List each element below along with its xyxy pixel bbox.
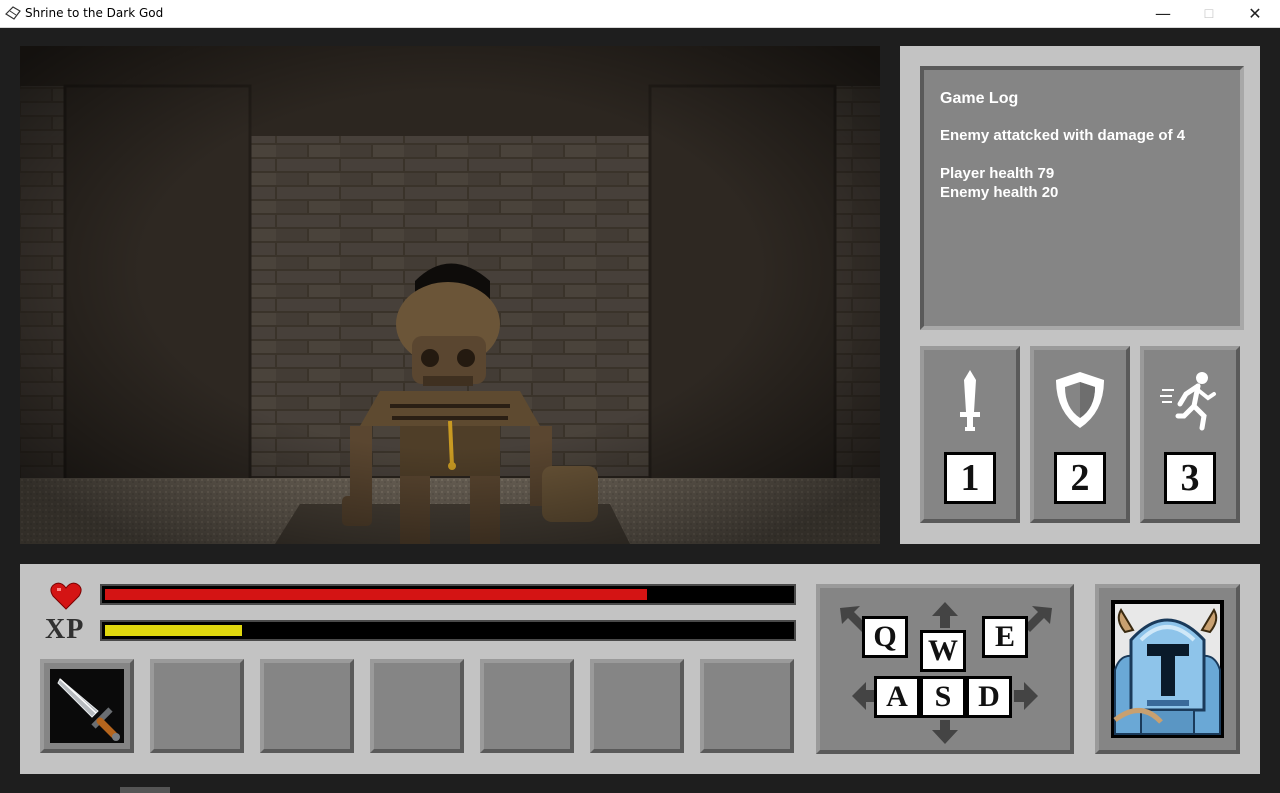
flee-button[interactable]: 3 [1140,346,1240,523]
key-e[interactable]: E [982,616,1028,658]
attack-button[interactable]: 1 [920,346,1020,523]
minimize-button[interactable]: — [1140,0,1186,27]
app-icon [5,6,21,20]
xp-label: XP [45,614,85,645]
movement-controls: Q W E A S D [816,584,1074,754]
xp-bar-fill [105,625,242,636]
inventory-slot-5[interactable] [480,659,574,753]
sword-icon [960,370,980,431]
health-bar [100,584,796,605]
player-portrait [1095,584,1240,754]
inventory-slot-2[interactable] [150,659,244,753]
inventory-item [50,669,124,743]
log-line: Enemy health 20 [940,184,1059,201]
close-button[interactable]: ✕ [1232,0,1278,27]
inventory-slot-6[interactable] [590,659,684,753]
shield-icon [1056,372,1104,428]
key-d[interactable]: D [966,676,1012,718]
action-key-2: 2 [1054,452,1106,504]
sword-item-icon [57,678,120,741]
log-line: Enemy attatcked with damage of 4 [940,127,1186,144]
inventory-slot-3[interactable] [260,659,354,753]
status-panel: XP Q W E A S D [20,564,1260,774]
action-key-1: 1 [944,452,996,504]
combat-panel: Game Log Enemy attatcked with damage of … [900,46,1260,544]
scrollbar-thumb[interactable] [120,787,170,793]
key-s[interactable]: S [920,676,966,718]
knight-portrait-icon [1111,600,1224,738]
window-title: Shrine to the Dark God [25,6,164,20]
key-a[interactable]: A [874,676,920,718]
game-log-title: Game Log [940,90,1019,107]
defend-button[interactable]: 2 [1030,346,1130,523]
game-log: Game Log Enemy attatcked with damage of … [920,66,1244,330]
dungeon-viewport[interactable] [20,46,880,544]
key-w[interactable]: W [920,630,966,672]
xp-bar [100,620,796,641]
health-bar-fill [105,589,647,600]
maximize-button[interactable]: ☐ [1186,0,1232,27]
flee-icon [1160,372,1216,431]
log-line: Player health 79 [940,165,1055,182]
inventory-slot-4[interactable] [370,659,464,753]
inventory-slot-7[interactable] [700,659,794,753]
window-titlebar: Shrine to the Dark God — ☐ ✕ [0,0,1280,28]
action-key-3: 3 [1164,452,1216,504]
key-q[interactable]: Q [862,616,908,658]
heart-icon [50,582,82,610]
dungeon-scene [20,46,880,544]
inventory-slot-1[interactable] [40,659,134,753]
